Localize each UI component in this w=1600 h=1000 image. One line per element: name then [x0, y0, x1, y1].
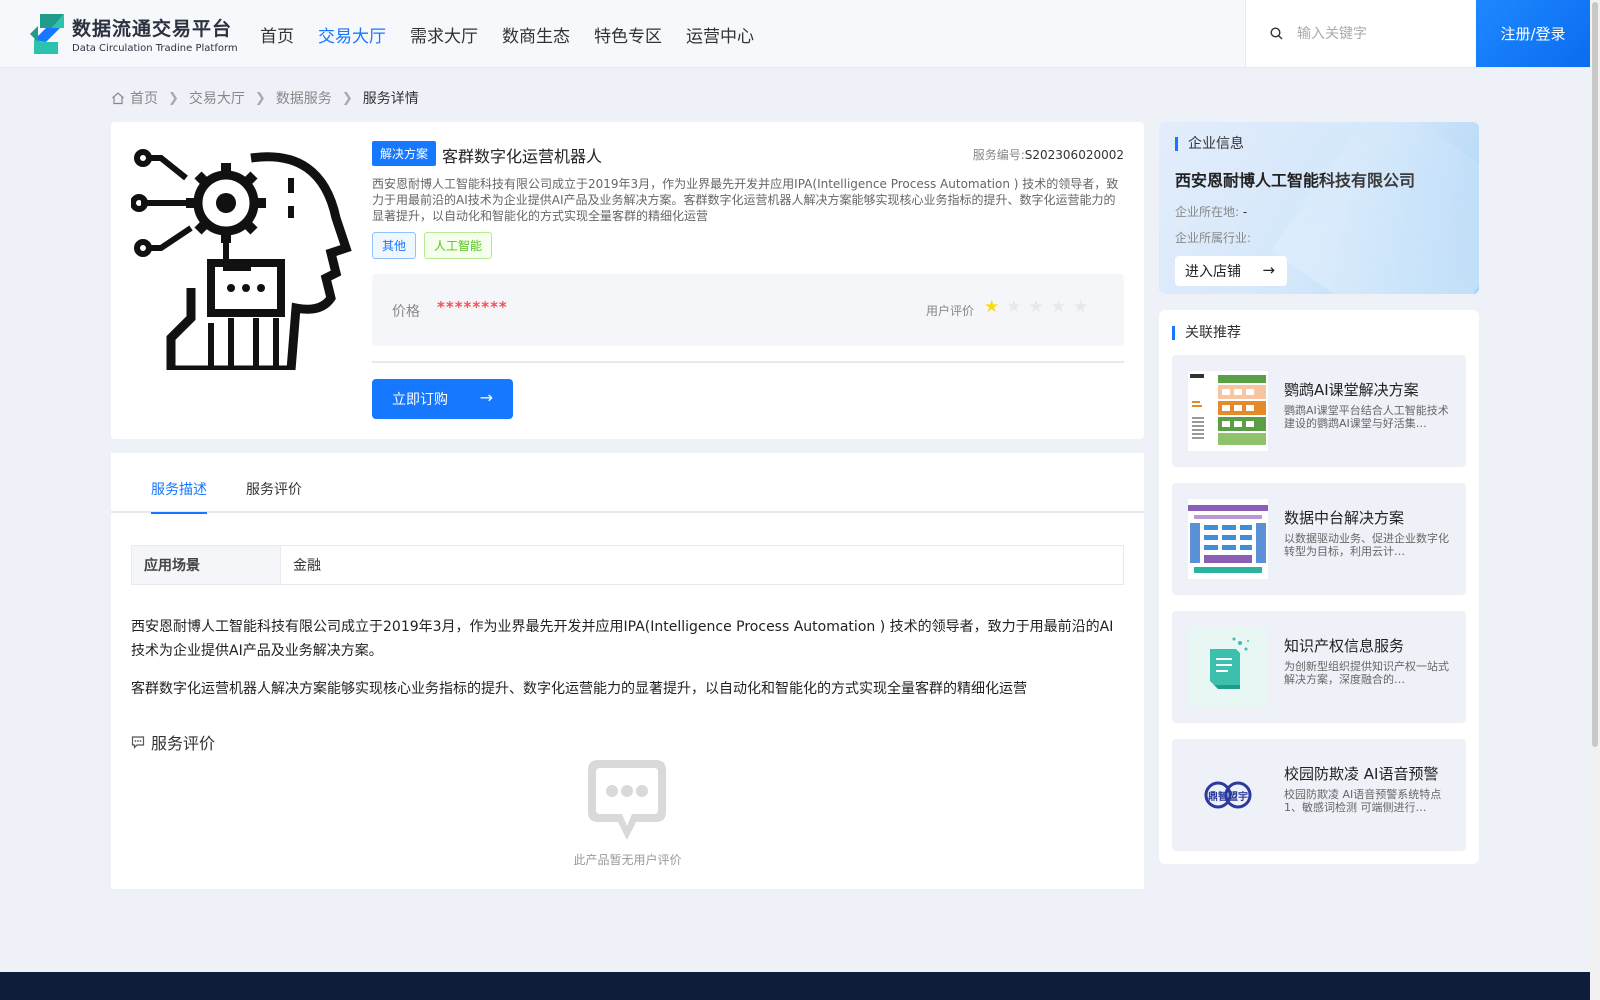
recommend-thumbnail — [1188, 499, 1268, 579]
breadcrumb: 首页 ❯ 交易大厅 ❯ 数据服务 ❯ 服务详情 — [111, 88, 419, 108]
product-description: 西安恩耐博人工智能科技有限公司成立于2019年3月，作为业界最先开发并应用IPA… — [372, 177, 1119, 223]
price-panel: 价格 ******** 用户评价 ★ ★ ★ ★ ★ — [372, 274, 1124, 346]
recommend-name: 知识产权信息服务 — [1284, 637, 1405, 655]
breadcrumb-trading-hall[interactable]: 交易大厅 — [189, 88, 245, 108]
search-icon — [1270, 27, 1283, 40]
service-code-value: S202306020002 — [1024, 148, 1124, 162]
empty-review-text: 此产品暂无用户评价 — [573, 853, 682, 867]
rating-label: 用户评价 — [926, 304, 975, 318]
product-title: 客群数字化运营机器人 — [442, 147, 603, 166]
chevron-right-icon: ❯ — [254, 90, 266, 106]
detail-tabs: 服务描述 服务评价 — [111, 453, 1144, 514]
chevron-right-icon: ❯ — [341, 90, 353, 106]
company-location: 企业所在地: - — [1175, 203, 1247, 220]
review-section-label: 服务评价 — [151, 734, 216, 753]
recommend-name: 鹦鹉AI课堂解决方案 — [1284, 381, 1419, 399]
logo-title: 数据流通交易平台 — [72, 18, 233, 40]
home-icon[interactable] — [111, 91, 125, 105]
nav-special-zone[interactable]: 特色专区 — [594, 22, 662, 47]
company-name: 西安恩耐博人工智能科技有限公司 — [1175, 171, 1416, 190]
vertical-scrollbar[interactable] — [1590, 0, 1600, 1000]
ai-robot-head-gear-icon — [131, 149, 352, 370]
tab-service-description[interactable]: 服务描述 — [151, 479, 207, 514]
description-paragraph-2: 客群数字化运营机器人解决方案能够实现核心业务指标的提升、数字化运营能力的显著提升… — [131, 681, 1027, 697]
star-icon: ★ — [1050, 297, 1066, 317]
star-icon: ★ — [1073, 297, 1089, 317]
breadcrumb-home[interactable]: 首页 — [130, 88, 158, 108]
scrollbar-thumb[interactable] — [1592, 2, 1598, 747]
logo-subtitle: Data Circulation Tradine Platform — [72, 43, 238, 54]
service-detail-panel: 服务描述 服务评价 应用场景 金融 西安恩耐博人工智能科技有限公司成立于2019… — [111, 453, 1144, 889]
service-code-label: 服务编号: — [972, 148, 1025, 162]
tag-chip-other: 其他 — [372, 232, 417, 259]
product-card: 解决方案 客群数字化运营机器人 服务编号:S202306020002 西安恩耐博… — [111, 122, 1144, 439]
recommend-desc: 鹦鹉AI课堂平台结合人工智能技术建设的鹦鹉AI课堂与好活集… — [1284, 404, 1449, 430]
nav-trading-hall[interactable]: 交易大厅 — [318, 22, 386, 47]
application-scene-table: 应用场景 金融 — [131, 545, 1124, 585]
company-location-value: - — [1242, 205, 1248, 219]
arrow-right-icon: → — [479, 388, 493, 407]
company-location-label: 企业所在地: — [1175, 205, 1240, 219]
recommend-item[interactable]: 鹦鹉AI课堂解决方案 鹦鹉AI课堂平台结合人工智能技术建设的鹦鹉AI课堂与好活集… — [1172, 355, 1466, 467]
related-recommendations: 关联推荐 鹦鹉AI课堂解决方案 鹦鹉AI课堂平台结合人工智能技术建设的鹦鹉AI课… — [1159, 310, 1479, 864]
enter-shop-button[interactable]: 进入店铺 → — [1175, 256, 1287, 286]
nav-home[interactable]: 首页 — [260, 22, 294, 47]
nav-demand-hall[interactable]: 需求大厅 — [410, 22, 478, 47]
recommend-item[interactable]: 数据中台解决方案 以数据驱动业务、促进企业数字化转型为目标，利用云计… — [1172, 483, 1466, 595]
page-footer — [0, 972, 1600, 1000]
login-register-button[interactable]: 注册/登录 — [1476, 0, 1590, 67]
service-code: 服务编号:S202306020002 — [973, 146, 1124, 163]
logo-icon — [30, 14, 64, 54]
rating-stars: ★ ★ ★ ★ ★ — [984, 297, 1095, 317]
recommend-name: 校园防欺凌 AI语音预警 — [1284, 765, 1439, 783]
chevron-right-icon: ❯ — [168, 90, 179, 106]
company-industry: 企业所属行业: — [1175, 229, 1251, 246]
price-label: 价格 — [392, 304, 420, 320]
empty-comment-icon — [588, 760, 666, 840]
thumbnail-brand-text: 鼎智盟宇 — [1208, 791, 1248, 803]
main-nav: 首页 交易大厅 需求大厅 数商生态 特色专区 运营中心 — [248, 0, 766, 68]
scene-value: 金融 — [293, 558, 321, 574]
star-icon: ★ — [984, 297, 1000, 317]
recommend-item[interactable]: 知识产权信息服务 为创新型组织提供知识产权一站式解决方案，深度融合的… — [1172, 611, 1466, 723]
tab-service-review[interactable]: 服务评价 — [246, 479, 302, 512]
recommend-desc: 为创新型组织提供知识产权一站式解决方案，深度融合的… — [1284, 660, 1449, 686]
site-logo[interactable]: 数据流通交易平台 Data Circulation Tradine Platfo… — [30, 14, 238, 54]
nav-ecosystem[interactable]: 数商生态 — [502, 22, 570, 47]
recommend-desc: 校园防欺凌 AI语音预警系统特点1、敏感词检测 可端侧进行… — [1284, 788, 1442, 814]
price-value: ******** — [437, 298, 508, 316]
company-industry-label: 企业所属行业: — [1175, 231, 1252, 245]
company-info-card: 企业信息 西安恩耐博人工智能科技有限公司 企业所在地: - 企业所属行业: 进入… — [1159, 122, 1479, 294]
product-tags: 其他 人工智能 — [372, 232, 500, 259]
search-box — [1245, 0, 1475, 67]
divider — [372, 361, 1124, 363]
company-section-title: 企业信息 — [1175, 137, 1244, 151]
star-icon: ★ — [1028, 297, 1044, 317]
tag-chip-ai: 人工智能 — [424, 232, 493, 259]
nav-operations-center[interactable]: 运营中心 — [686, 22, 754, 47]
comment-icon — [131, 736, 145, 749]
recommend-item[interactable]: 鼎智盟宇 校园防欺凌 AI语音预警 校园防欺凌 AI语音预警系统特点1、敏感词检… — [1172, 739, 1466, 851]
arrow-right-icon: → — [1262, 261, 1275, 279]
enter-shop-label: 进入店铺 — [1185, 264, 1241, 280]
top-header: 数据流通交易平台 Data Circulation Tradine Platfo… — [0, 0, 1600, 68]
recommend-desc: 以数据驱动业务、促进企业数字化转型为目标，利用云计… — [1284, 532, 1449, 558]
solution-tag: 解决方案 — [372, 141, 437, 166]
breadcrumb-data-service[interactable]: 数据服务 — [276, 88, 332, 108]
search-input[interactable] — [1297, 25, 1467, 42]
recommend-thumbnail — [1188, 371, 1268, 451]
recommend-thumbnail: 鼎智盟宇 — [1188, 755, 1268, 835]
star-icon: ★ — [1006, 297, 1022, 317]
breadcrumb-current: 服务详情 — [362, 91, 419, 107]
order-now-button[interactable]: 立即订购 → — [372, 379, 513, 419]
order-now-label: 立即订购 — [392, 392, 448, 408]
recommend-name: 数据中台解决方案 — [1284, 509, 1405, 527]
description-paragraph-1: 西安恩耐博人工智能科技有限公司成立于2019年3月，作为业界最先开发并应用IPA… — [131, 619, 1114, 659]
recommend-section-title: 关联推荐 — [1172, 326, 1241, 340]
recommend-thumbnail — [1188, 627, 1268, 707]
review-section-title: 服务评价 — [131, 730, 215, 754]
scene-key: 应用场景 — [132, 546, 281, 584]
